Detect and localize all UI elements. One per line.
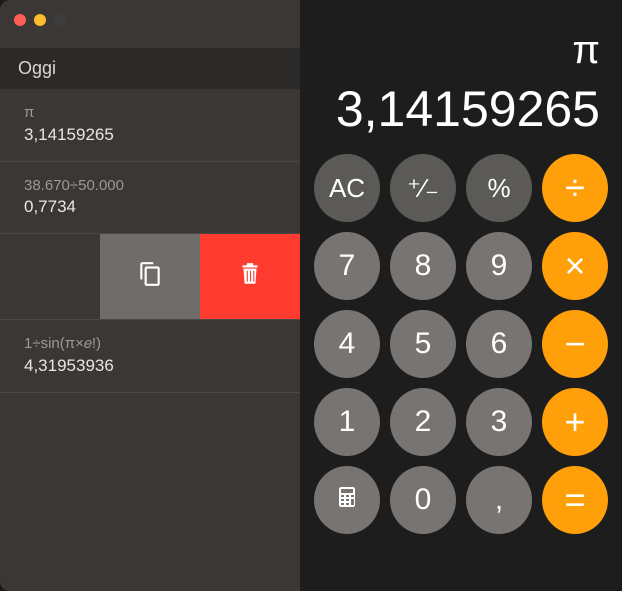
divide-button[interactable]: ÷ [542, 154, 608, 222]
history-result: 0,7734 [24, 197, 280, 217]
trash-icon [237, 261, 263, 292]
minus-button[interactable]: − [542, 310, 608, 378]
mode-button[interactable] [314, 466, 380, 534]
display-symbol: π [322, 30, 600, 70]
keypad: AC ⁺∕₋ % ÷ 7 8 9 × 4 5 6 − 1 2 3 + 0 , = [312, 154, 610, 534]
history-expression: 1÷sin(π×𝑒!) [24, 334, 280, 354]
plus-button[interactable]: + [542, 388, 608, 456]
history-item[interactable]: 1÷sin(π×𝑒!) 4,31953936 [0, 320, 300, 393]
copy-button[interactable] [100, 234, 200, 319]
digit-3-button[interactable]: 3 [466, 388, 532, 456]
history-item[interactable]: 38.670÷50.000 0,7734 [0, 162, 300, 235]
history-item[interactable]: π 3,14159265 [0, 89, 300, 162]
digit-4-button[interactable]: 4 [314, 310, 380, 378]
copy-icon [137, 261, 163, 292]
digit-0-button[interactable]: 0 [390, 466, 456, 534]
history-result: 4,31953936 [24, 356, 280, 376]
calculator-icon [335, 483, 359, 517]
history-item-swiped [0, 234, 300, 320]
history-expression: π [24, 103, 280, 123]
calculator-window: Oggi π 3,14159265 38.670÷50.000 0,7734 [0, 0, 622, 591]
swipe-spacer [0, 234, 100, 319]
equals-button[interactable]: = [542, 466, 608, 534]
delete-button[interactable] [200, 234, 300, 319]
display: π 3,14159265 [312, 12, 610, 140]
decimal-button[interactable]: , [466, 466, 532, 534]
sign-button[interactable]: ⁺∕₋ [390, 154, 456, 222]
window-controls [14, 14, 66, 26]
digit-5-button[interactable]: 5 [390, 310, 456, 378]
digit-1-button[interactable]: 1 [314, 388, 380, 456]
history-result: 3,14159265 [24, 125, 280, 145]
multiply-button[interactable]: × [542, 232, 608, 300]
digit-6-button[interactable]: 6 [466, 310, 532, 378]
display-value: 3,14159265 [322, 84, 600, 134]
calculator-panel: π 3,14159265 AC ⁺∕₋ % ÷ 7 8 9 × 4 5 6 − … [300, 0, 622, 591]
history-panel: Oggi π 3,14159265 38.670÷50.000 0,7734 [0, 0, 300, 591]
digit-2-button[interactable]: 2 [390, 388, 456, 456]
history-header: Oggi [0, 48, 300, 89]
digit-9-button[interactable]: 9 [466, 232, 532, 300]
ac-button[interactable]: AC [314, 154, 380, 222]
maximize-button[interactable] [54, 14, 66, 26]
close-button[interactable] [14, 14, 26, 26]
percent-button[interactable]: % [466, 154, 532, 222]
history-expression: 38.670÷50.000 [24, 176, 280, 196]
digit-7-button[interactable]: 7 [314, 232, 380, 300]
history-list: π 3,14159265 38.670÷50.000 0,7734 [0, 89, 300, 591]
digit-8-button[interactable]: 8 [390, 232, 456, 300]
minimize-button[interactable] [34, 14, 46, 26]
